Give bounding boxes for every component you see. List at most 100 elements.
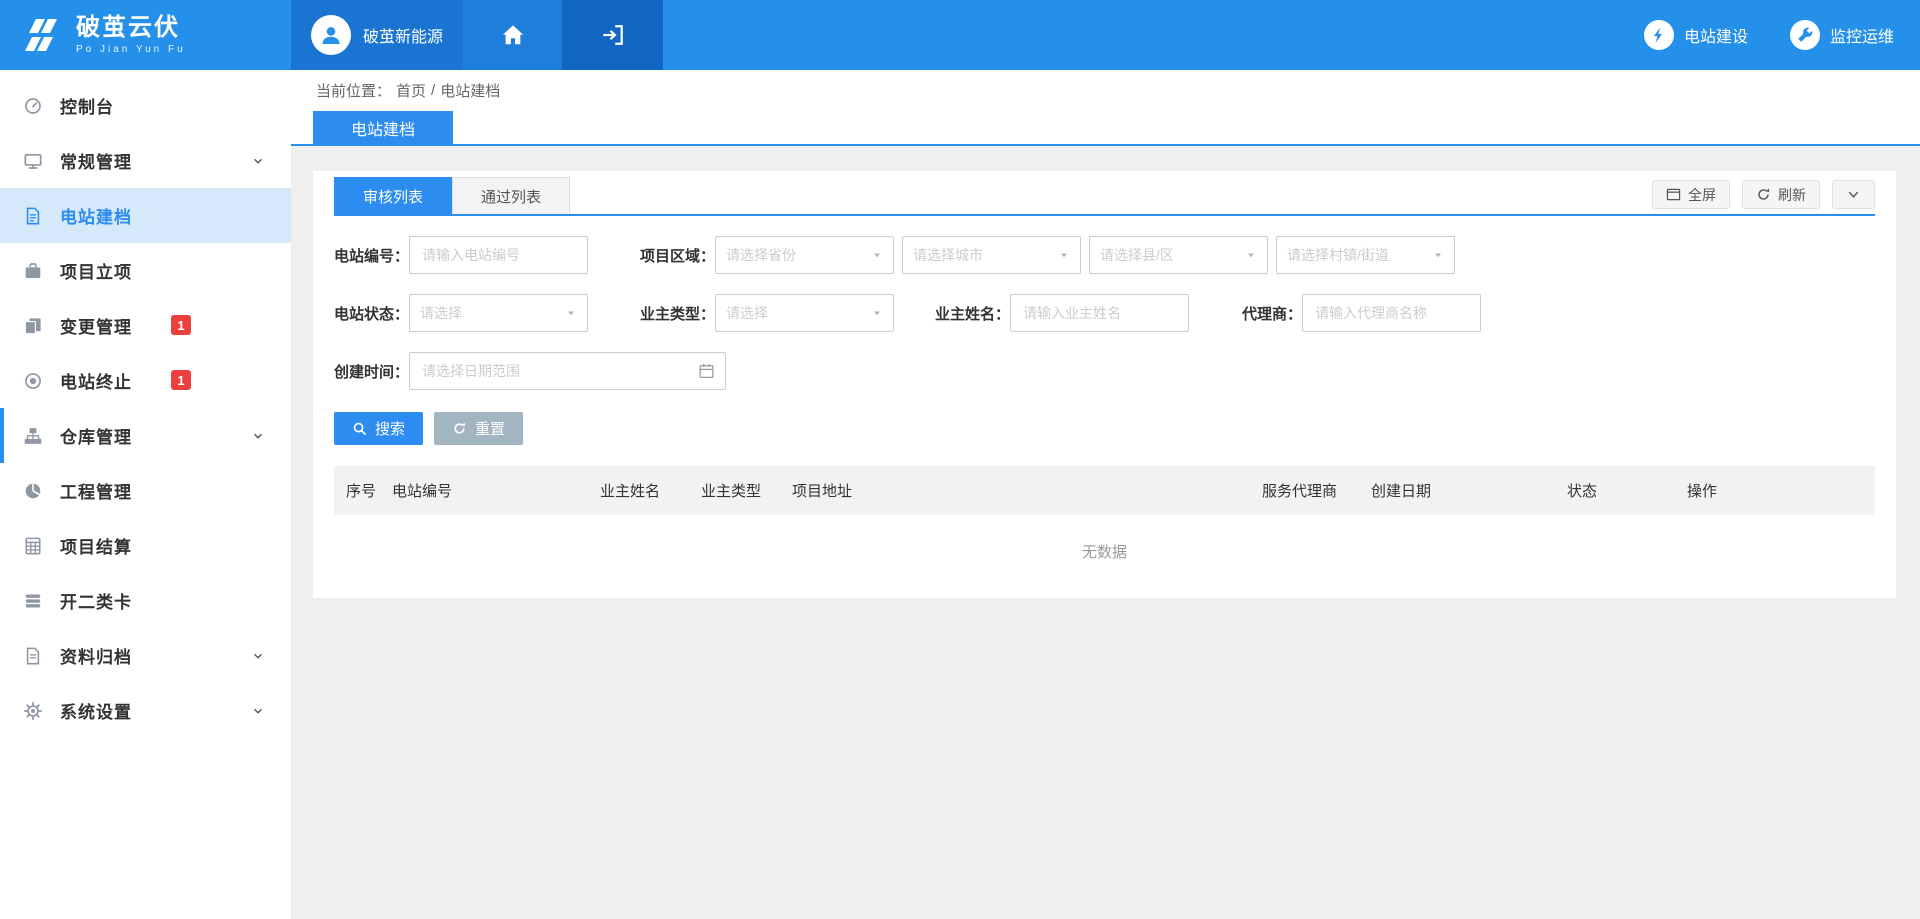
fullscreen-icon bbox=[1666, 187, 1681, 202]
document-icon bbox=[24, 206, 46, 226]
sidebar-item-system-settings[interactable]: 系统设置 bbox=[0, 683, 291, 738]
caret-down-icon bbox=[871, 249, 883, 261]
sidebar-item-station-termination[interactable]: 电站终止 1 bbox=[0, 353, 291, 408]
calendar-icon[interactable] bbox=[698, 362, 715, 379]
region-label: 项目区域： bbox=[640, 245, 715, 266]
chevron-down-icon bbox=[251, 704, 265, 718]
logo-mark-icon bbox=[18, 17, 64, 53]
briefcase-icon bbox=[24, 261, 46, 281]
sidebar-item-label: 项目结算 bbox=[60, 533, 132, 558]
collapse-button[interactable] bbox=[1832, 180, 1875, 209]
owner-name-label: 业主姓名： bbox=[935, 303, 1010, 324]
col-owner-name: 业主姓名 bbox=[588, 480, 689, 501]
province-select[interactable]: 请选择省份 bbox=[715, 236, 894, 274]
pie-chart-icon bbox=[24, 481, 46, 501]
sidebar-item-project-initiation[interactable]: 项目立项 bbox=[0, 243, 291, 298]
sidebar-item-label: 系统设置 bbox=[60, 698, 132, 723]
wrench-icon bbox=[1790, 20, 1820, 50]
exit-icon bbox=[601, 23, 625, 47]
brand-subtitle: Po Jian Yun Fu bbox=[76, 44, 186, 55]
chevron-down-icon bbox=[251, 649, 265, 663]
empty-state: 无数据 bbox=[334, 515, 1875, 572]
refresh-button[interactable]: 刷新 bbox=[1742, 180, 1820, 209]
filter-actions: 搜索 重置 bbox=[334, 412, 1875, 445]
breadcrumb-home[interactable]: 首页 bbox=[396, 80, 426, 101]
filter-row-2: 电站状态： 请选择 业主类型： 请选择 业主姓名： 代理商： bbox=[334, 294, 1875, 332]
tab-review-list[interactable]: 审核列表 bbox=[334, 177, 452, 214]
sidebar-item-engineering-management[interactable]: 工程管理 bbox=[0, 463, 291, 518]
district-select[interactable]: 请选择县/区 bbox=[1089, 236, 1268, 274]
caret-down-icon bbox=[1432, 249, 1444, 261]
tab-passed-list[interactable]: 通过列表 bbox=[452, 177, 570, 214]
sidebar-item-label: 开二类卡 bbox=[60, 588, 132, 613]
refresh-label: 刷新 bbox=[1778, 185, 1806, 205]
page-tab-station-archive[interactable]: 电站建档 bbox=[313, 111, 453, 144]
grid-icon bbox=[24, 536, 46, 556]
chevron-down-icon bbox=[1846, 187, 1861, 202]
owner-type-placeholder: 请选择 bbox=[726, 303, 768, 323]
fullscreen-button[interactable]: 全屏 bbox=[1652, 180, 1730, 209]
town-placeholder: 请选择村镇/街道 bbox=[1287, 245, 1389, 265]
district-placeholder: 请选择县/区 bbox=[1100, 245, 1174, 265]
nav-station-build-label: 电站建设 bbox=[1684, 23, 1748, 47]
company-name: 破茧新能源 bbox=[363, 23, 443, 47]
lightning-icon bbox=[1644, 20, 1674, 50]
fullscreen-label: 全屏 bbox=[1688, 185, 1716, 205]
sidebar-item-console[interactable]: 控制台 bbox=[0, 78, 291, 133]
sidebar-item-label: 常规管理 bbox=[60, 148, 132, 173]
main-content: 当前位置： 首页 / 电站建档 电站建档 审核列表 通过列表 全屏 刷新 bbox=[291, 0, 1920, 919]
sidebar-item-change-management[interactable]: 变更管理 1 bbox=[0, 298, 291, 353]
sidebar-item-label: 控制台 bbox=[60, 93, 114, 118]
brand-logo: 破茧云伏 Po Jian Yun Fu bbox=[0, 0, 291, 70]
status-badge: 1 bbox=[171, 370, 191, 390]
town-select[interactable]: 请选择村镇/街道 bbox=[1276, 236, 1455, 274]
stop-record-icon bbox=[24, 371, 46, 391]
reset-button[interactable]: 重置 bbox=[434, 412, 523, 445]
sidebar-item-label: 电站终止 bbox=[60, 368, 132, 393]
status-badge: 1 bbox=[171, 315, 191, 335]
col-index: 序号 bbox=[334, 480, 380, 501]
caret-down-icon bbox=[565, 307, 577, 319]
header-spacer bbox=[663, 0, 1644, 70]
caret-down-icon bbox=[1245, 249, 1257, 261]
avatar bbox=[311, 15, 351, 55]
nav-monitor-ops[interactable]: 监控运维 bbox=[1790, 0, 1894, 70]
sidebar-item-type2-card[interactable]: 开二类卡 bbox=[0, 573, 291, 628]
sidebar-item-warehouse-management[interactable]: 仓库管理 bbox=[0, 408, 291, 463]
owner-type-select[interactable]: 请选择 bbox=[715, 294, 894, 332]
user-menu[interactable]: 破茧新能源 bbox=[291, 0, 463, 70]
col-service-agent: 服务代理商 bbox=[1250, 480, 1359, 501]
monitor-icon bbox=[24, 151, 46, 171]
city-select[interactable]: 请选择城市 bbox=[902, 236, 1081, 274]
home-icon bbox=[501, 23, 525, 47]
station-no-input[interactable] bbox=[409, 236, 588, 274]
logout-button[interactable] bbox=[562, 0, 663, 70]
sidebar-item-project-settlement[interactable]: 项目结算 bbox=[0, 518, 291, 573]
sitemap-icon bbox=[24, 426, 46, 446]
breadcrumb: 当前位置： 首页 / 电站建档 bbox=[291, 70, 1920, 111]
nav-station-build[interactable]: 电站建设 bbox=[1644, 0, 1748, 70]
filter-row-1: 电站编号： 项目区域： 请选择省份 请选择城市 请选择县/区 请选择村镇/街道 bbox=[334, 236, 1875, 274]
search-icon bbox=[352, 421, 367, 436]
province-placeholder: 请选择省份 bbox=[726, 245, 796, 265]
date-range-input[interactable] bbox=[409, 352, 726, 390]
search-button[interactable]: 搜索 bbox=[334, 412, 423, 445]
sidebar-item-general-management[interactable]: 常规管理 bbox=[0, 133, 291, 188]
station-no-label: 电站编号： bbox=[334, 245, 409, 266]
station-status-select[interactable]: 请选择 bbox=[409, 294, 588, 332]
breadcrumb-current: 电站建档 bbox=[440, 80, 500, 101]
chevron-down-icon bbox=[251, 429, 265, 443]
owner-name-input[interactable] bbox=[1010, 294, 1189, 332]
sidebar-item-data-archive[interactable]: 资料归档 bbox=[0, 628, 291, 683]
results-table: 序号 电站编号 业主姓名 业主类型 项目地址 服务代理商 创建日期 状态 操作 … bbox=[334, 466, 1875, 572]
col-station-no: 电站编号 bbox=[380, 480, 588, 501]
agent-label: 代理商： bbox=[1242, 303, 1302, 324]
file-icon bbox=[24, 646, 46, 666]
col-actions: 操作 bbox=[1675, 480, 1875, 501]
date-range-field bbox=[409, 352, 726, 390]
home-button[interactable] bbox=[463, 0, 562, 70]
col-created-date: 创建日期 bbox=[1359, 480, 1555, 501]
page-tab-strip: 电站建档 bbox=[291, 111, 1920, 146]
agent-input[interactable] bbox=[1302, 294, 1481, 332]
sidebar-item-station-archive[interactable]: 电站建档 bbox=[0, 188, 291, 243]
